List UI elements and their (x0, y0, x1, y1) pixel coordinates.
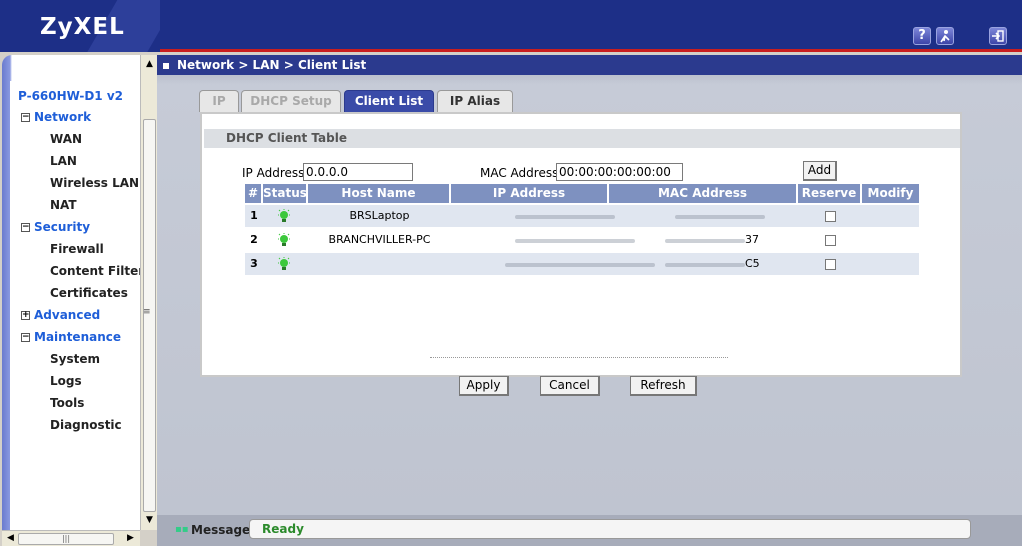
scroll-thumb[interactable]: ||| (18, 533, 114, 545)
sidebar-group-label: Security (34, 220, 91, 234)
mac-address-label: MAC Address (480, 166, 559, 180)
scroll-up-icon[interactable]: ▲ (143, 58, 156, 71)
logout-icon[interactable] (989, 27, 1007, 45)
column-header-ip-address: IP Address (451, 184, 609, 203)
collapse-icon[interactable]: − (21, 333, 30, 342)
sidebar-horizontal-scrollbar[interactable]: ◀ ||| ▶ (2, 530, 140, 546)
message-label: Message (191, 523, 251, 537)
mac-address-input[interactable]: 00:00:00:00:00:00 (556, 163, 683, 181)
sidebar-group-label: Network (34, 110, 92, 124)
cancel-button[interactable]: Cancel (540, 376, 600, 396)
sidebar-item-certificates[interactable]: Certificates (18, 282, 140, 304)
column-header-status: Status (263, 184, 308, 203)
scroll-left-icon[interactable]: ◀ (4, 532, 17, 545)
redacted-mac (665, 239, 745, 243)
mac-suffix: 37 (745, 233, 759, 246)
sidebar-item-diagnostic[interactable]: Diagnostic (18, 414, 140, 436)
nav-tree: − Network WAN LAN Wireless LAN NAT − Secur… (18, 106, 144, 436)
column-header-mac-address: MAC Address (609, 184, 798, 203)
reserve-checkbox[interactable] (825, 211, 836, 222)
expand-icon[interactable]: + (21, 311, 30, 320)
top-header: ZyXEL ? (0, 0, 1022, 52)
separator (430, 357, 728, 358)
reserve-checkbox[interactable] (825, 235, 836, 246)
row-number: 1 (250, 209, 258, 222)
scroll-down-icon[interactable]: ▼ (143, 514, 156, 527)
message-icon: ▪▪ (175, 524, 189, 535)
sidebar-group-maintenance[interactable]: − Maintenance (18, 326, 140, 348)
host-name-cell (308, 253, 451, 275)
sidebar-item-lan[interactable]: LAN (18, 150, 140, 172)
row-number: 3 (250, 257, 258, 270)
redacted-ip (515, 239, 635, 243)
sidebar-group-security[interactable]: − Security (18, 216, 140, 238)
redacted-ip (505, 263, 655, 267)
sidebar-item-tools[interactable]: Tools (18, 392, 140, 414)
mac-suffix: C5 (745, 257, 760, 270)
collapse-icon[interactable]: − (21, 113, 30, 122)
refresh-button[interactable]: Refresh (630, 376, 697, 396)
panel-title: DHCP Client Table (204, 129, 960, 148)
breadcrumb-icon (163, 62, 169, 69)
collapse-icon[interactable]: − (21, 223, 30, 232)
redacted-mac (665, 263, 745, 267)
zyxel-logo: ZyXEL (40, 14, 125, 40)
grip-icon: ≡ (143, 307, 151, 317)
sidebar-vertical-scrollbar[interactable]: ▲ ≡ ▼ (140, 55, 157, 530)
main-content: Network > LAN > Client List IP DHCP Setu… (157, 55, 1022, 515)
column-header-number: # (245, 184, 263, 203)
tab-dhcp-setup[interactable]: DHCP Setup (241, 90, 341, 112)
tab-ip[interactable]: IP (199, 90, 239, 112)
wizard-icon[interactable] (936, 27, 954, 45)
redacted-ip (515, 215, 615, 219)
ip-address-label: IP Address (242, 166, 305, 180)
sidebar: P-660HW-D1 v2 − Network WAN LAN Wireless … (0, 55, 144, 530)
status-bar: ▪▪ Message Ready (157, 515, 1022, 546)
tab-ip-alias[interactable]: IP Alias (437, 90, 513, 112)
add-button[interactable]: Add (803, 161, 837, 181)
sidebar-group-advanced[interactable]: + Advanced (18, 304, 140, 326)
table-row: 1 BRSLaptop (245, 205, 919, 227)
redacted-mac (675, 215, 765, 219)
column-header-host-name: Host Name (308, 184, 451, 203)
reserve-checkbox[interactable] (825, 259, 836, 270)
host-name-cell: BRANCHVILLER-PC (328, 233, 431, 246)
host-name-cell: BRSLaptop (349, 209, 410, 222)
sidebar-item-system[interactable]: System (18, 348, 140, 370)
column-header-modify: Modify (862, 184, 919, 203)
sidebar-item-wireless-lan[interactable]: Wireless LAN (18, 172, 140, 194)
sidebar-item-nat[interactable]: NAT (18, 194, 140, 216)
table-row: 3 C5 (245, 253, 919, 275)
device-model: P-660HW-D1 v2 (18, 89, 123, 103)
sidebar-group-network[interactable]: − Network (18, 106, 140, 128)
question-icon[interactable]: ? (913, 27, 931, 45)
sidebar-item-wan[interactable]: WAN (18, 128, 140, 150)
lightbulb-icon (278, 257, 290, 270)
sidebar-item-content-filter[interactable]: Content Filter (18, 260, 144, 282)
scroll-right-icon[interactable]: ▶ (124, 532, 137, 545)
ip-address-input[interactable]: 0.0.0.0 (303, 163, 413, 181)
sidebar-group-label: Advanced (34, 308, 101, 322)
table-row: 2 BRANCHVILLER-PC 37 (245, 229, 919, 251)
lightbulb-icon (278, 209, 290, 222)
message-box: Ready (249, 519, 971, 539)
dhcp-client-panel: DHCP Client Table IP Address 0.0.0.0 MAC… (200, 112, 962, 396)
lightbulb-icon (278, 233, 290, 246)
breadcrumb: Network > LAN > Client List (157, 55, 1022, 75)
row-number: 2 (250, 233, 258, 246)
apply-button[interactable]: Apply (459, 376, 509, 396)
breadcrumb-text: Network > LAN > Client List (177, 58, 367, 72)
sidebar-group-label: Maintenance (34, 330, 122, 344)
sidebar-item-firewall[interactable]: Firewall (18, 238, 140, 260)
logo-area: ZyXEL (0, 0, 160, 52)
sidebar-item-logs[interactable]: Logs (18, 370, 140, 392)
column-header-reserve: Reserve (798, 184, 862, 203)
tab-client-list[interactable]: Client List (344, 90, 434, 112)
